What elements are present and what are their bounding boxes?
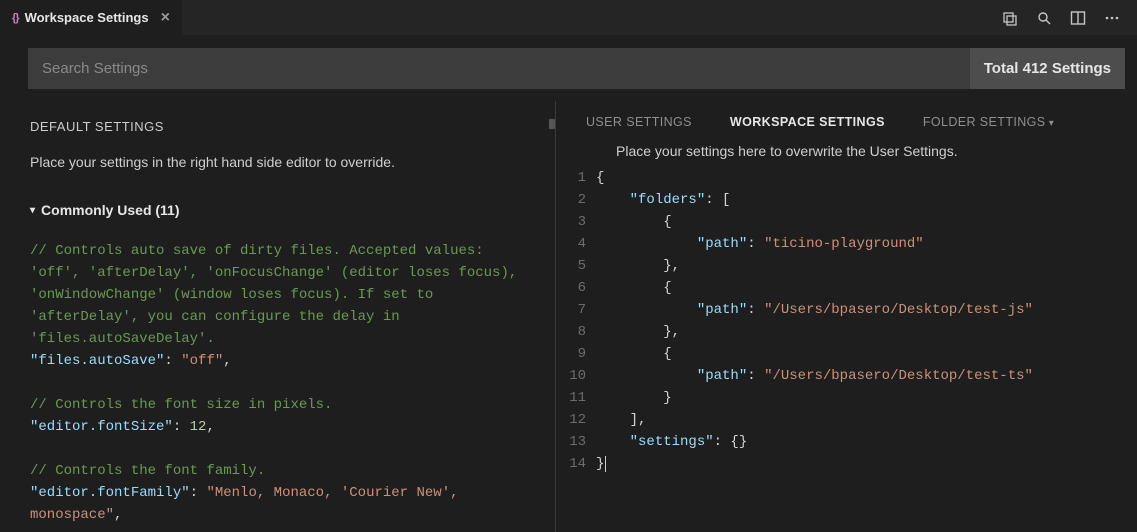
open-settings-json-icon[interactable]: [1001, 9, 1019, 27]
code-line[interactable]: },: [596, 255, 1137, 277]
code-line[interactable]: },: [596, 321, 1137, 343]
code-line[interactable]: {: [596, 343, 1137, 365]
settings-content: DEFAULT SETTINGS Place your settings in …: [0, 101, 1137, 532]
braces-icon: {}: [12, 12, 19, 24]
setting-value: 12: [190, 419, 207, 435]
code-line[interactable]: {: [596, 167, 1137, 189]
setting-comment: // Controls the font family.: [30, 460, 535, 482]
setting-line[interactable]: "files.autoSave": "off",: [30, 350, 535, 372]
left-section-title: DEFAULT SETTINGS: [30, 119, 535, 134]
default-settings-code[interactable]: // Controls auto save of dirty files. Ac…: [30, 240, 535, 532]
tab-title: Workspace Settings: [25, 10, 149, 25]
title-actions: [1001, 9, 1137, 27]
setting-comment: // Controls the font size in pixels.: [30, 394, 535, 416]
group-title: Commonly Used (11): [41, 202, 179, 218]
scope-tabs: USER SETTINGS WORKSPACE SETTINGS FOLDER SE…: [556, 101, 1137, 141]
code-line[interactable]: ],: [596, 409, 1137, 431]
code-line[interactable]: "path": "/Users/bpasero/Desktop/test-js": [596, 299, 1137, 321]
editor-body[interactable]: { "folders": [ { "path": "ticino-playgro…: [596, 167, 1137, 532]
editor-tab-bar: {} Workspace Settings ×: [0, 0, 1137, 36]
split-editor-icon[interactable]: [1069, 9, 1087, 27]
code-line[interactable]: "settings": {}: [596, 431, 1137, 453]
setting-key: "editor.fontFamily": [30, 485, 190, 501]
default-settings-pane: DEFAULT SETTINGS Place your settings in …: [0, 101, 555, 532]
code-line[interactable]: "path": "ticino-playground": [596, 233, 1137, 255]
setting-line[interactable]: "editor.fontFamily": "Menlo, Monaco, 'Co…: [30, 482, 535, 526]
code-line[interactable]: "folders": [: [596, 189, 1137, 211]
code-line[interactable]: }: [596, 453, 1137, 475]
setting-line[interactable]: "editor.fontSize": 12,: [30, 416, 535, 438]
code-line[interactable]: {: [596, 211, 1137, 233]
settings-search-input[interactable]: [28, 48, 970, 89]
group-header-commonly-used[interactable]: ▾ Commonly Used (11): [30, 202, 535, 218]
right-hint-text: Place your settings here to overwrite th…: [556, 141, 1137, 167]
settings-total-count: Total 412 Settings: [970, 48, 1125, 89]
settings-search-row: Total 412 Settings: [0, 36, 1137, 101]
chevron-down-icon: ▾: [30, 205, 35, 216]
scope-tab-workspace-settings[interactable]: WORKSPACE SETTINGS: [730, 115, 885, 129]
toggle-search-icon[interactable]: [1035, 9, 1053, 27]
scope-tab-user-settings[interactable]: USER SETTINGS: [586, 115, 692, 129]
close-icon[interactable]: ×: [161, 10, 170, 26]
code-line[interactable]: }: [596, 387, 1137, 409]
setting-key: "files.autoSave": [30, 353, 164, 369]
setting-key: "editor.fontSize": [30, 419, 173, 435]
code-line[interactable]: {: [596, 277, 1137, 299]
user-settings-pane: USER SETTINGS WORKSPACE SETTINGS FOLDER SE…: [555, 101, 1137, 532]
split-handle[interactable]: [549, 119, 555, 129]
setting-value: "off": [181, 353, 223, 369]
line-gutter: 1234567891011121314: [556, 167, 596, 532]
scope-tab-folder-settings[interactable]: FOLDER SETTINGS: [923, 115, 1054, 129]
settings-json-editor[interactable]: 1234567891011121314 { "folders": [ { "pa…: [556, 167, 1137, 532]
tab-workspace-settings[interactable]: {} Workspace Settings ×: [0, 0, 183, 35]
setting-comment: // Controls auto save of dirty files. Ac…: [30, 240, 535, 350]
left-hint-text: Place your settings in the right hand si…: [30, 154, 535, 170]
tabs-container: {} Workspace Settings ×: [0, 0, 183, 35]
more-actions-icon[interactable]: [1103, 9, 1121, 27]
code-line[interactable]: "path": "/Users/bpasero/Desktop/test-ts": [596, 365, 1137, 387]
